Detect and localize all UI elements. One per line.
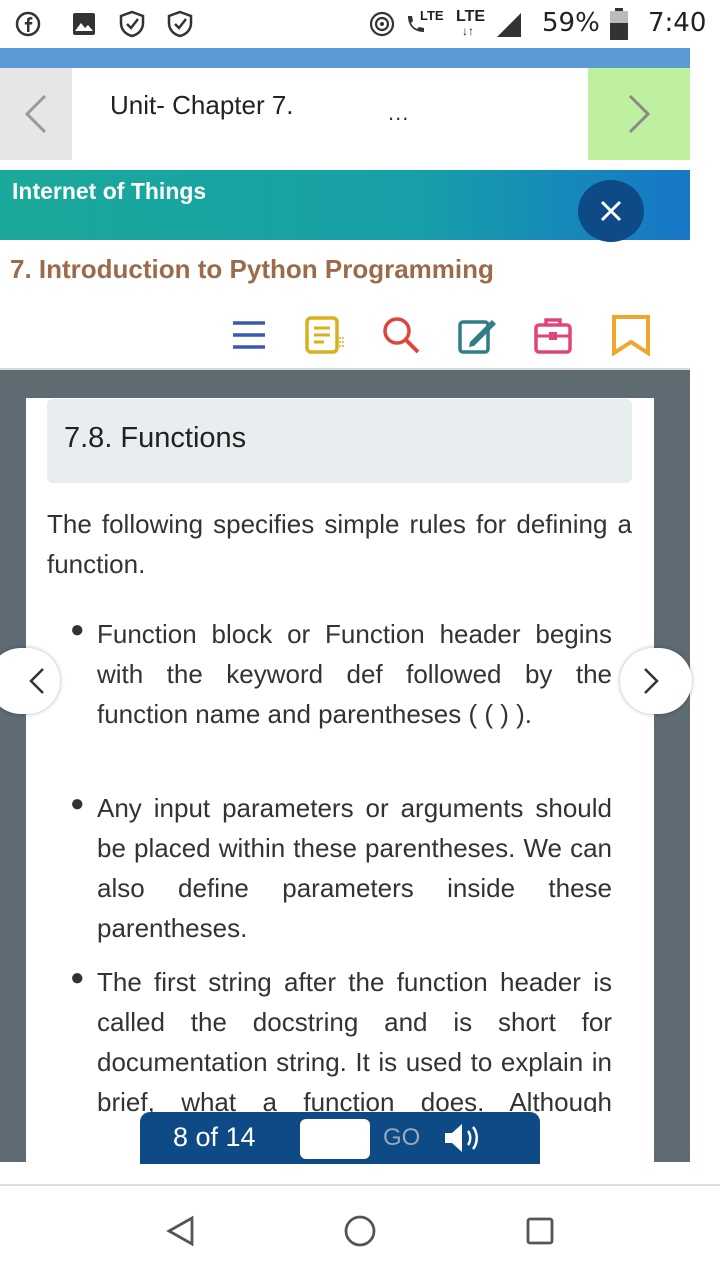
image-icon	[70, 10, 98, 38]
signal-icon	[496, 12, 522, 38]
list-item: Function block or Function header begins…	[97, 619, 612, 729]
menu-icon[interactable]	[228, 314, 270, 356]
go-button[interactable]: GO	[383, 1124, 420, 1152]
speaker-icon[interactable]	[443, 1120, 487, 1156]
bullet-dot: ●	[70, 616, 85, 643]
search-icon[interactable]	[380, 314, 422, 356]
page-counter: 8 of 14	[173, 1122, 256, 1152]
chapter-nav-bar	[0, 68, 690, 160]
previous-chapter-button[interactable]	[0, 68, 72, 160]
next-chapter-button[interactable]	[588, 68, 690, 160]
edit-icon[interactable]	[456, 314, 498, 356]
lte-label: LTE	[420, 8, 444, 23]
chevron-right-icon	[628, 94, 651, 134]
bookmark-icon[interactable]	[610, 314, 652, 356]
chevron-left-icon	[29, 668, 44, 694]
notes-icon[interactable]	[304, 314, 346, 356]
bullet-dot: ●	[70, 964, 85, 991]
clock: 7:40	[648, 8, 707, 38]
chevron-right-icon	[644, 668, 659, 694]
top-accent-strip	[0, 48, 690, 68]
recents-icon[interactable]	[523, 1214, 557, 1248]
list-item: The first string after the function head…	[97, 967, 612, 1112]
hotspot-icon	[368, 10, 396, 38]
bullet-dot: ●	[70, 790, 85, 817]
chevron-left-icon	[24, 94, 47, 134]
intro-paragraph: The following specifies simple rules for…	[47, 509, 632, 579]
home-icon[interactable]	[343, 1214, 377, 1248]
back-icon[interactable]	[163, 1214, 197, 1248]
battery-icon	[610, 8, 628, 40]
more-menu-button[interactable]: ...	[388, 100, 409, 126]
data-arrows-icon: ↓↑	[462, 24, 474, 38]
topic-heading: 7.8. Functions	[64, 422, 247, 454]
facebook-icon	[14, 10, 42, 38]
chapter-title: Unit- Chapter 7.	[110, 90, 294, 120]
page-number-input[interactable]	[300, 1119, 370, 1159]
next-page-button[interactable]	[620, 648, 692, 714]
list-item: Any input parameters or arguments should…	[97, 793, 612, 943]
battery-percent: 59%	[542, 8, 600, 38]
close-button[interactable]	[578, 180, 644, 242]
section-heading: 7. Introduction to Python Programming	[10, 254, 494, 284]
briefcase-icon[interactable]	[532, 314, 574, 356]
close-icon	[600, 200, 622, 222]
shield-icon	[118, 10, 146, 38]
course-title: Internet of Things	[12, 178, 207, 204]
shield-icon	[166, 10, 194, 38]
